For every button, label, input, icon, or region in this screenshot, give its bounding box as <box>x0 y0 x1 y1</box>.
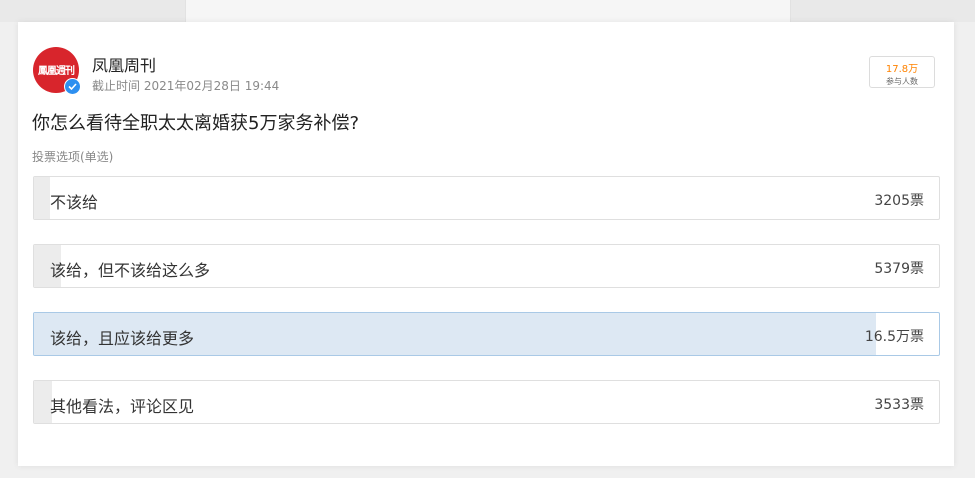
avatar-logo-text: 鳳凰週刊 <box>38 66 75 77</box>
verified-badge-icon <box>64 78 81 95</box>
participants-label: 参与人数 <box>886 77 918 86</box>
poll-option[interactable]: 该给，但不该给这么多 5379票 <box>33 244 940 288</box>
participants-count: 17.8万 <box>885 64 919 75</box>
vote-type-label: 投票选项(单选) <box>32 150 114 164</box>
account-name[interactable]: 凤凰周刊 <box>92 52 156 76</box>
poll-option[interactable]: 不该给 3205票 <box>33 176 940 220</box>
poll-option[interactable]: 该给，且应该给更多 16.5万票 <box>33 312 940 356</box>
background-tab <box>185 0 791 22</box>
poll-card: 鳳凰週刊 凤凰周刊 截止时间 2021年02月28日 19:44 17.8万 参… <box>18 22 954 466</box>
option-count: 16.5万票 <box>864 329 924 345</box>
option-label: 该给，但不该给这么多 <box>50 261 211 280</box>
option-label: 该给，且应该给更多 <box>50 329 195 348</box>
deadline-text: 截止时间 2021年02月28日 19:44 <box>92 79 280 93</box>
option-count: 5379票 <box>874 261 924 277</box>
avatar[interactable]: 鳳凰週刊 <box>33 47 81 95</box>
poll-option[interactable]: 其他看法，评论区见 3533票 <box>33 380 940 424</box>
option-count: 3205票 <box>874 193 924 209</box>
participants-badge: 17.8万 参与人数 <box>869 56 935 88</box>
option-label: 其他看法，评论区见 <box>50 397 195 416</box>
option-label: 不该给 <box>50 193 99 212</box>
background-top-strip <box>0 0 975 22</box>
option-fill-bar <box>34 177 51 219</box>
poll-question: 你怎么看待全职太太离婚获5万家务补偿? <box>32 113 360 134</box>
option-count: 3533票 <box>874 397 924 413</box>
